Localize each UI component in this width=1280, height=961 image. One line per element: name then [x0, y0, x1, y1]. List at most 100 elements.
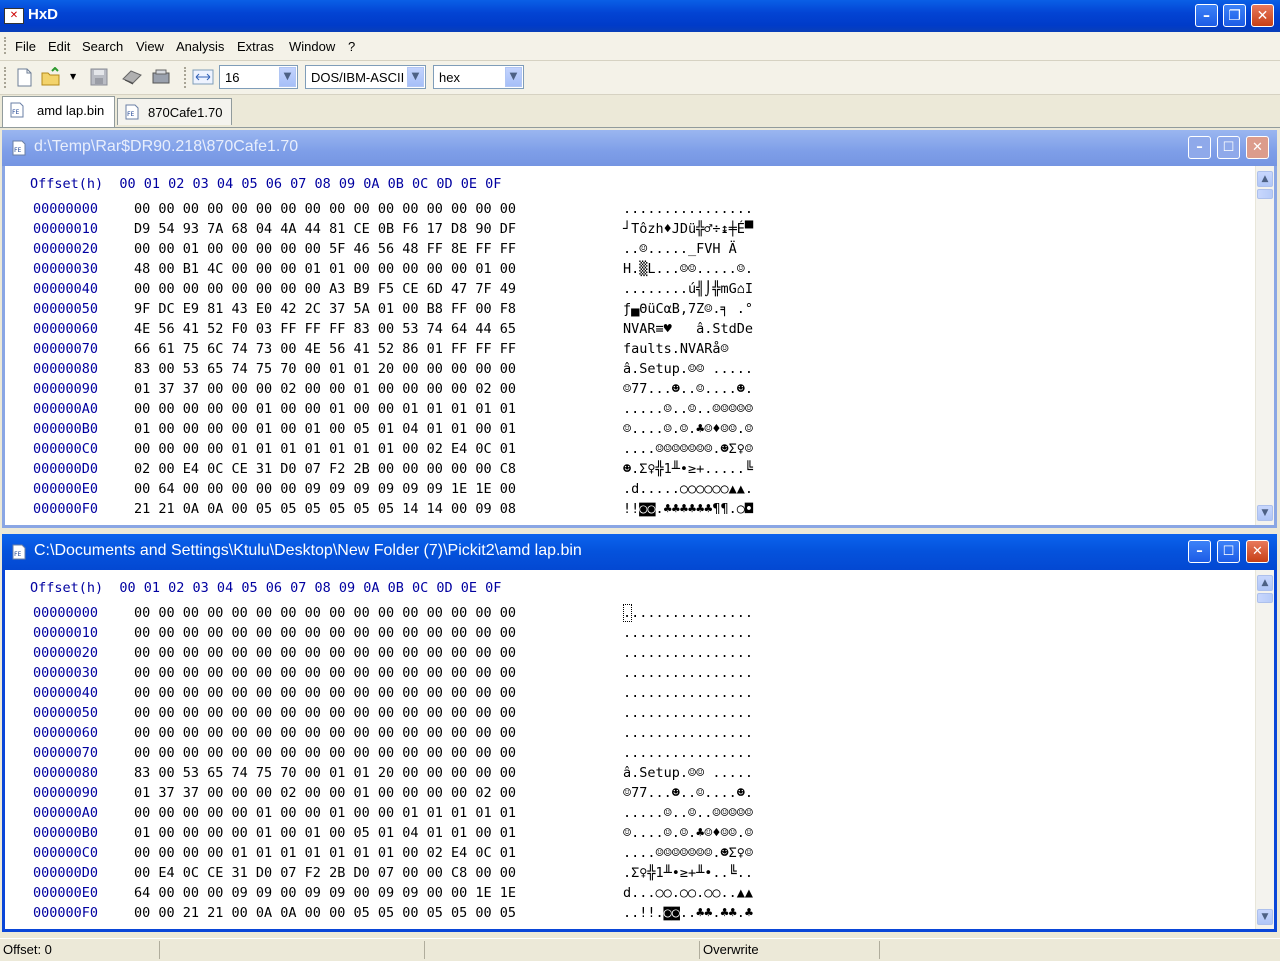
- row-hex-bytes[interactable]: 00 00 00 00 00 00 00 00 00 00 00 00 00 0…: [134, 603, 516, 623]
- row-hex-bytes[interactable]: 00 E4 0C CE 31 D0 07 F2 2B D0 07 00 00 C…: [134, 863, 516, 883]
- row-hex-bytes[interactable]: 00 00 00 00 01 01 01 01 01 01 01 00 02 E…: [134, 439, 516, 459]
- menu-extras[interactable]: Extras: [237, 39, 274, 54]
- row-text[interactable]: ┘Tôzh♦JDü╬♂÷↨╪É▀: [623, 219, 753, 239]
- menu-analysis[interactable]: Analysis: [176, 39, 224, 54]
- row-text[interactable]: ☺77...☻..☺....☻.: [623, 783, 753, 803]
- row-text[interactable]: NVAR≡♥ â.StdDe: [623, 319, 753, 339]
- row-hex-bytes[interactable]: 64 00 00 00 09 09 00 09 09 00 09 09 00 0…: [134, 883, 516, 903]
- row-text[interactable]: ................: [623, 723, 753, 743]
- row-text[interactable]: ☻.Σ♀╬1╨•≥+.....╚: [623, 459, 753, 479]
- row-text[interactable]: !!◙◙.♣♣♣♣♣♣¶¶.○◘: [623, 499, 753, 519]
- hxd-app-icon[interactable]: ✕: [4, 8, 24, 24]
- row-hex-bytes[interactable]: 00 64 00 00 00 00 00 09 09 09 09 09 09 1…: [134, 479, 516, 499]
- row-hex-bytes[interactable]: 01 37 37 00 00 00 02 00 00 01 00 00 00 0…: [134, 783, 516, 803]
- scroll-thumb[interactable]: [1257, 593, 1273, 603]
- menu-edit[interactable]: Edit: [48, 39, 70, 54]
- minimize-button[interactable]: –: [1188, 136, 1211, 159]
- close-button[interactable]: ✕: [1246, 540, 1269, 563]
- row-hex-bytes[interactable]: 00 00 00 00 00 00 00 00 00 00 00 00 00 0…: [134, 663, 516, 683]
- row-text[interactable]: ....☺☺☺☺☺☺☺.☻Σ♀☺: [623, 439, 753, 459]
- row-text[interactable]: ................: [623, 623, 753, 643]
- row-text[interactable]: .....☺..☺..☺☺☺☺☺: [623, 399, 753, 419]
- vertical-scrollbar[interactable]: ▲ ▼: [1255, 570, 1274, 929]
- open-folder-icon[interactable]: [40, 67, 62, 87]
- vertical-scrollbar[interactable]: ▲ ▼: [1255, 166, 1274, 525]
- chevron-down-icon[interactable]: ▼: [505, 67, 522, 87]
- row-text[interactable]: ....☺☺☺☺☺☺☺.☻Σ♀☺: [623, 843, 753, 863]
- row-hex-bytes[interactable]: 83 00 53 65 74 75 70 00 01 01 20 00 00 0…: [134, 763, 516, 783]
- row-text[interactable]: ƒ▄ΘüCαB,7Z☺.╕ .°: [623, 299, 753, 319]
- row-text[interactable]: ................: [623, 643, 753, 663]
- bytes-per-row-select[interactable]: 16 ▼: [219, 65, 298, 89]
- row-hex-bytes[interactable]: 83 00 53 65 74 75 70 00 01 01 20 00 00 0…: [134, 359, 516, 379]
- row-hex-bytes[interactable]: 00 00 00 00 00 00 00 00 00 00 00 00 00 0…: [134, 643, 516, 663]
- row-hex-bytes[interactable]: 00 00 00 00 01 01 01 01 01 01 01 00 02 E…: [134, 843, 516, 863]
- row-hex-bytes[interactable]: 48 00 B1 4C 00 00 00 01 01 00 00 00 00 0…: [134, 259, 516, 279]
- row-text[interactable]: ..☺....._FVH Ä: [623, 239, 753, 259]
- row-hex-bytes[interactable]: 00 00 00 00 00 01 00 00 01 00 00 01 01 0…: [134, 803, 516, 823]
- row-text[interactable]: ..!!.◙◙..♣♣.♣♣.♣: [623, 903, 753, 923]
- row-hex-bytes[interactable]: 9F DC E9 81 43 E0 42 2C 37 5A 01 00 B8 F…: [134, 299, 516, 319]
- row-text[interactable]: ................: [623, 683, 753, 703]
- maximize-button[interactable]: ☐: [1217, 540, 1240, 563]
- open-ram-icon[interactable]: [150, 67, 172, 87]
- hex-view[interactable]: Offset(h) 00 01 02 03 04 05 06 07 08 09 …: [5, 570, 1274, 929]
- row-hex-bytes[interactable]: 00 00 01 00 00 00 00 00 5F 46 56 48 FF 8…: [134, 239, 516, 259]
- row-text[interactable]: ☺77...☻..☺....☻.: [623, 379, 753, 399]
- scroll-down-button[interactable]: ▼: [1257, 505, 1273, 521]
- row-text[interactable]: ☺....☺.☺.♣☺♦☺☺.☺: [623, 823, 753, 843]
- menu-help[interactable]: ?: [348, 39, 355, 54]
- maximize-button[interactable]: ☐: [1217, 136, 1240, 159]
- row-text[interactable]: ☺....☺.☺.♣☺♦☺☺.☺: [623, 419, 753, 439]
- menu-search[interactable]: Search: [82, 39, 123, 54]
- row-text[interactable]: ................: [623, 703, 753, 723]
- row-text[interactable]: H.▒L...☺☺.....☺.: [623, 259, 753, 279]
- minimize-button[interactable]: –: [1195, 4, 1218, 27]
- row-hex-bytes[interactable]: 66 61 75 6C 74 73 00 4E 56 41 52 86 01 F…: [134, 339, 516, 359]
- row-text[interactable]: ................: [623, 743, 753, 763]
- open-dropdown-icon[interactable]: ▼: [70, 72, 76, 81]
- menu-window[interactable]: Window: [289, 39, 335, 54]
- row-hex-bytes[interactable]: 01 00 00 00 00 01 00 01 00 05 01 04 01 0…: [134, 823, 516, 843]
- close-button[interactable]: ✕: [1251, 4, 1274, 27]
- row-hex-bytes[interactable]: 00 00 00 00 00 00 00 00 00 00 00 00 00 0…: [134, 623, 516, 643]
- row-hex-bytes[interactable]: 01 00 00 00 00 01 00 01 00 05 01 04 01 0…: [134, 419, 516, 439]
- row-text[interactable]: ................: [623, 663, 753, 683]
- row-text[interactable]: â.Setup.☺☺ .....: [623, 359, 753, 379]
- chevron-down-icon[interactable]: ▼: [279, 67, 296, 87]
- row-text[interactable]: ........ú╣⌡╬mG⌂I: [623, 279, 753, 299]
- row-hex-bytes[interactable]: 00 00 00 00 00 00 00 00 00 00 00 00 00 0…: [134, 723, 516, 743]
- row-hex-bytes[interactable]: 00 00 00 00 00 00 00 00 00 00 00 00 00 0…: [134, 199, 516, 219]
- save-icon[interactable]: [88, 67, 110, 87]
- menu-view[interactable]: View: [136, 39, 164, 54]
- scroll-down-button[interactable]: ▼: [1257, 909, 1273, 925]
- hex-grid[interactable]: Offset(h) 00 01 02 03 04 05 06 07 08 09 …: [5, 166, 753, 517]
- close-button[interactable]: ✕: [1246, 136, 1269, 159]
- row-text[interactable]: â.Setup.☺☺ .....: [623, 763, 753, 783]
- open-disk-icon[interactable]: [121, 67, 143, 87]
- scroll-up-button[interactable]: ▲: [1257, 171, 1273, 187]
- hex-view[interactable]: Offset(h) 00 01 02 03 04 05 06 07 08 09 …: [5, 166, 1274, 525]
- hex-grid[interactable]: Offset(h) 00 01 02 03 04 05 06 07 08 09 …: [5, 570, 753, 921]
- restore-button[interactable]: ❐: [1223, 4, 1246, 27]
- row-text[interactable]: ................: [623, 603, 753, 623]
- row-text[interactable]: ................: [623, 199, 753, 219]
- row-hex-bytes[interactable]: 00 00 21 21 00 0A 0A 00 00 05 05 00 05 0…: [134, 903, 516, 923]
- row-text[interactable]: faults.NVARå☺: [623, 339, 753, 359]
- row-text[interactable]: .....☺..☺..☺☺☺☺☺: [623, 803, 753, 823]
- row-text[interactable]: .d.....○○○○○○▲▲.: [623, 479, 753, 499]
- minimize-button[interactable]: –: [1188, 540, 1211, 563]
- row-hex-bytes[interactable]: 00 00 00 00 00 00 00 00 00 00 00 00 00 0…: [134, 703, 516, 723]
- tab-870cafe1-70[interactable]: FE 870Cafe1.70: [117, 98, 232, 125]
- charset-select[interactable]: DOS/IBM-ASCII ▼: [305, 65, 426, 89]
- row-text[interactable]: .Σ♀╬1╨•≥+╨•..╚..: [623, 863, 753, 883]
- scroll-up-button[interactable]: ▲: [1257, 575, 1273, 591]
- row-hex-bytes[interactable]: 01 37 37 00 00 00 02 00 00 01 00 00 00 0…: [134, 379, 516, 399]
- tab-amd-lap-bin[interactable]: FE amd lap.bin: [2, 96, 115, 127]
- offset-base-select[interactable]: hex ▼: [433, 65, 524, 89]
- row-hex-bytes[interactable]: 00 00 00 00 00 01 00 00 01 00 00 01 01 0…: [134, 399, 516, 419]
- scroll-thumb[interactable]: [1257, 189, 1273, 199]
- row-hex-bytes[interactable]: 00 00 00 00 00 00 00 00 00 00 00 00 00 0…: [134, 743, 516, 763]
- row-hex-bytes[interactable]: D9 54 93 7A 68 04 4A 44 81 CE 0B F6 17 D…: [134, 219, 516, 239]
- row-hex-bytes[interactable]: 00 00 00 00 00 00 00 00 00 00 00 00 00 0…: [134, 683, 516, 703]
